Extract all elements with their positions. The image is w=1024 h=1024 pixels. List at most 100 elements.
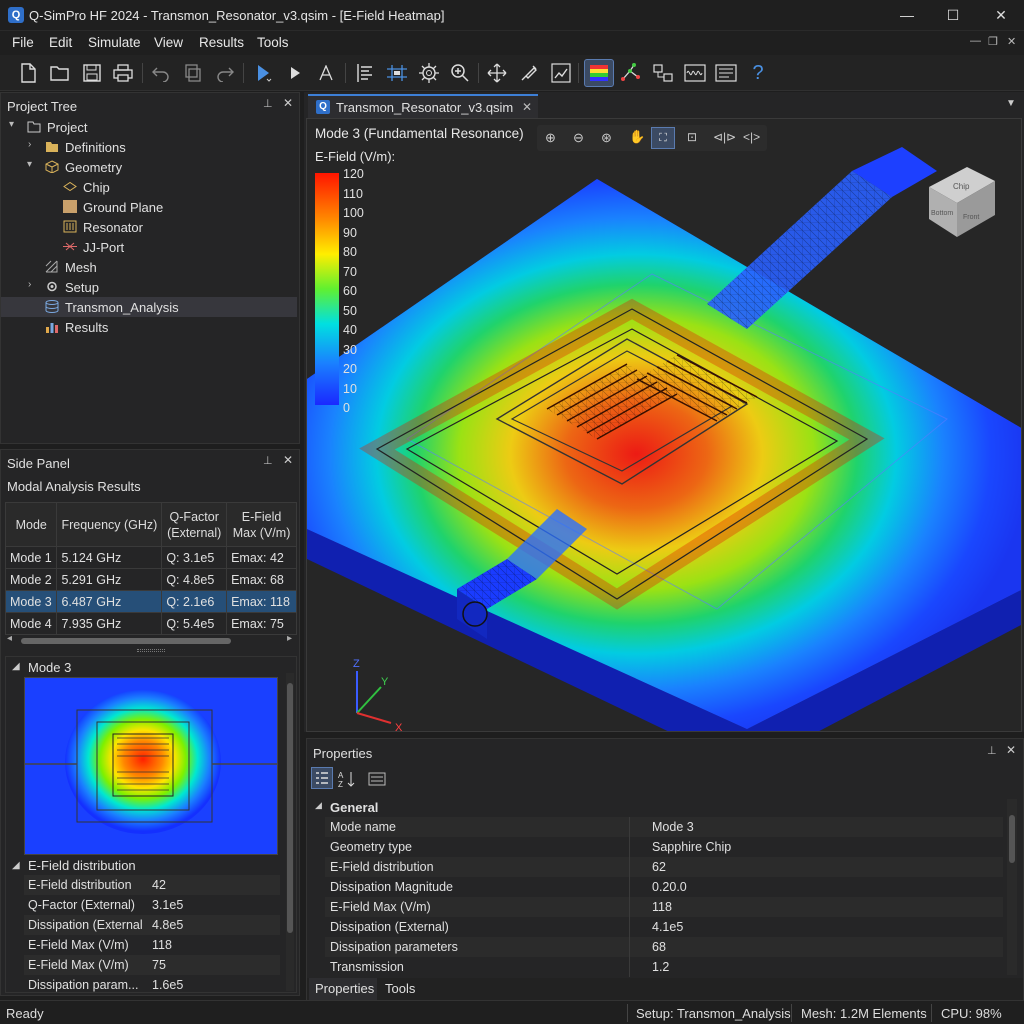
property-row[interactable]: Transmission 1.2 xyxy=(325,957,1003,977)
property-group-general[interactable]: ◢ General xyxy=(313,797,1003,817)
tree-item-chip[interactable]: Chip xyxy=(1,177,297,197)
mesh-icon[interactable] xyxy=(384,61,410,85)
property-row[interactable]: Mode name Mode 3 xyxy=(325,817,1003,837)
tab-close-icon[interactable]: ✕ xyxy=(522,100,532,114)
section-view-icon[interactable]: ⊡ xyxy=(687,130,697,144)
clip-right-icon[interactable]: <|> xyxy=(743,130,760,144)
collapse-arrow-icon[interactable]: ◢ xyxy=(12,661,20,672)
detail-row[interactable]: Dissipation (External 4.8e5 xyxy=(24,915,280,935)
tab-properties[interactable]: Properties xyxy=(309,978,377,1000)
tree-item-jj-port[interactable]: JJ-Port xyxy=(1,237,297,257)
detail-row[interactable]: E-Field distribution 42 xyxy=(24,875,280,895)
mdi-minimize-icon[interactable]: — xyxy=(970,35,981,47)
property-value[interactable]: 62 xyxy=(652,860,666,874)
maximize-button[interactable]: ☐ xyxy=(930,0,976,31)
help-icon[interactable]: ? xyxy=(745,61,771,85)
align-icon[interactable] xyxy=(352,61,378,85)
pin-icon[interactable]: ⊥ xyxy=(987,744,997,757)
property-row[interactable]: E-Field Max (V/m) 118 xyxy=(325,897,1003,917)
property-value[interactable]: Mode 3 xyxy=(652,820,694,834)
column-header[interactable]: Mode xyxy=(4,502,58,547)
table-row[interactable]: Mode 1 5.124 GHz Q: 3.1e5 Emax: 42 xyxy=(4,546,297,569)
view-cube-top[interactable]: Chip xyxy=(953,182,970,191)
property-row[interactable]: Geometry type Sapphire Chip xyxy=(325,837,1003,857)
zoom-in-icon[interactable]: ⊕ xyxy=(545,130,556,146)
property-value[interactable]: 68 xyxy=(652,940,666,954)
zoom-fit-icon[interactable]: ⊛ xyxy=(601,130,612,146)
column-header[interactable]: Frequency (GHz) xyxy=(56,502,163,547)
heatmap-icon[interactable] xyxy=(584,59,614,87)
sort-alpha-icon[interactable]: AZ xyxy=(337,769,357,789)
settings-gear-icon[interactable] xyxy=(416,61,442,85)
tree-item-results[interactable]: Results xyxy=(1,317,297,337)
tab-overflow-icon[interactable]: ▼ xyxy=(1006,98,1016,109)
column-header[interactable]: Q-Factor (External) xyxy=(161,502,228,547)
zoom-icon[interactable] xyxy=(447,61,473,85)
collapse-arrow-icon[interactable]: ◢ xyxy=(315,800,322,811)
undo-icon[interactable] xyxy=(148,61,174,85)
layers-icon[interactable] xyxy=(650,61,676,85)
print-icon[interactable] xyxy=(110,61,136,85)
column-header[interactable]: E-Field Max (V/m) xyxy=(226,502,297,547)
close-button[interactable]: ✕ xyxy=(978,0,1024,31)
mdi-restore-icon[interactable]: ❐ xyxy=(988,35,998,48)
table-row[interactable]: Mode 4 7.935 GHz Q: 5.4e5 Emax: 75 xyxy=(4,612,297,635)
minimize-button[interactable]: — xyxy=(884,0,930,31)
pan-hand-icon[interactable]: ✋ xyxy=(629,129,645,145)
property-value[interactable]: Sapphire Chip xyxy=(652,840,731,854)
play-icon[interactable] xyxy=(282,61,308,85)
property-row[interactable]: Dissipation parameters 68 xyxy=(325,937,1003,957)
tree-item-resonator[interactable]: Resonator xyxy=(1,217,297,237)
property-row[interactable]: E-Field distribution 62 xyxy=(325,857,1003,877)
property-value[interactable]: 1.2 xyxy=(652,960,669,974)
tab-transmon-resonator[interactable]: Q Transmon_Resonator_v3.qsim ✕ xyxy=(308,94,538,118)
menu-view[interactable]: View xyxy=(154,35,183,50)
save-icon[interactable] xyxy=(79,61,105,85)
copy-icon[interactable] xyxy=(180,61,206,85)
tree-item-mesh[interactable]: Mesh xyxy=(1,257,297,277)
waveform-icon[interactable] xyxy=(682,61,708,85)
tree-item-definitions[interactable]: › Definitions xyxy=(1,137,297,157)
report-icon[interactable] xyxy=(713,61,739,85)
vertical-scrollbar[interactable] xyxy=(286,673,294,991)
property-pages-icon[interactable] xyxy=(367,769,387,789)
tree-item-ground-plane[interactable]: Ground Plane xyxy=(1,197,297,217)
tree-item-setup[interactable]: › Setup xyxy=(1,277,297,297)
table-horizontal-scrollbar[interactable]: ◂ ▸ xyxy=(5,633,297,647)
probe-icon[interactable] xyxy=(516,61,542,85)
view-cube-left[interactable]: Bottom xyxy=(931,210,953,217)
detail-row[interactable]: E-Field Max (V/m) 118 xyxy=(24,935,280,955)
properties-scrollbar[interactable] xyxy=(1007,799,1017,975)
menu-simulate[interactable]: Simulate xyxy=(88,35,141,50)
detail-row[interactable]: E-Field Max (V/m) 75 xyxy=(24,955,280,975)
pin-icon[interactable]: ⊥ xyxy=(263,97,273,110)
pin-icon[interactable]: ⊥ xyxy=(263,454,273,467)
text-icon[interactable] xyxy=(313,61,339,85)
splitter-handle[interactable] xyxy=(137,649,165,652)
chart-icon[interactable] xyxy=(548,61,574,85)
network-icon[interactable] xyxy=(618,61,644,85)
panel-close-icon[interactable]: ✕ xyxy=(283,453,293,467)
collapse-arrow-icon[interactable]: ◢ xyxy=(12,860,20,871)
panel-close-icon[interactable]: ✕ xyxy=(283,96,293,110)
detail-row[interactable]: Dissipation param... 1.6e5 xyxy=(24,975,280,995)
table-row[interactable]: Mode 2 5.291 GHz Q: 4.8e5 Emax: 68 xyxy=(4,568,297,591)
mdi-close-icon[interactable]: ✕ xyxy=(1007,35,1016,48)
detail-row[interactable]: Q-Factor (External) 3.1e5 xyxy=(24,895,280,915)
open-folder-icon[interactable] xyxy=(47,61,73,85)
property-row[interactable]: Dissipation Magnitude 0.20.0 xyxy=(325,877,1003,897)
menu-tools[interactable]: Tools xyxy=(257,35,289,50)
menu-edit[interactable]: Edit xyxy=(49,35,72,50)
tab-tools[interactable]: Tools xyxy=(381,978,423,1000)
redo-icon[interactable] xyxy=(212,61,238,85)
property-value[interactable]: 4.1e5 xyxy=(652,920,683,934)
tree-item-project[interactable]: ▾ Project xyxy=(1,117,297,137)
panel-close-icon[interactable]: ✕ xyxy=(1006,743,1016,757)
categorized-view-icon[interactable] xyxy=(311,767,333,789)
property-value[interactable]: 0.20.0 xyxy=(652,880,687,894)
property-value[interactable]: 118 xyxy=(652,900,672,914)
move-icon[interactable] xyxy=(484,61,510,85)
menu-file[interactable]: File xyxy=(12,35,34,50)
run-simulation-icon[interactable] xyxy=(250,61,276,85)
3d-viewport[interactable]: Chip Bottom Front Z Y X Mode 3 (Fundamen… xyxy=(306,118,1022,732)
